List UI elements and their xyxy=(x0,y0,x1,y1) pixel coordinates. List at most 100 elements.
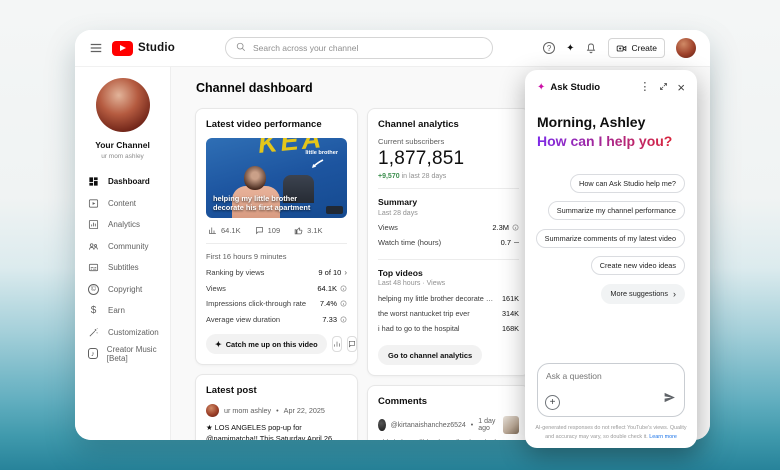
search-icon xyxy=(236,39,246,57)
top-video-row[interactable]: helping my little brother decorate his f… xyxy=(378,291,519,306)
top-video-title: helping my little brother decorate his f… xyxy=(378,294,494,303)
metric-row-views[interactable]: Views 64.1K xyxy=(206,281,347,297)
chevron-right-icon: › xyxy=(673,288,676,299)
suggestion-chip[interactable]: Summarize comments of my latest video xyxy=(535,228,685,248)
info-icon xyxy=(512,224,519,231)
summary-value: 0.7 xyxy=(500,238,511,248)
video-quick-stats: 64.1K 109 3.1K xyxy=(206,226,347,235)
sidebar-item-copyright[interactable]: © Copyright xyxy=(75,279,170,301)
sidebar-item-label: Earn xyxy=(108,306,125,316)
sidebar-item-label: Community xyxy=(108,241,149,251)
more-options-icon[interactable]: ⋮ xyxy=(639,82,650,93)
sidebar-item-subtitles[interactable]: Subtitles xyxy=(75,257,170,279)
copyright-icon: © xyxy=(88,283,99,295)
search-input[interactable] xyxy=(253,43,482,53)
youtube-studio-logo[interactable]: Studio xyxy=(112,40,175,56)
suggestion-chip[interactable]: Summarize my channel performance xyxy=(547,201,685,221)
analytics-icon xyxy=(88,220,99,230)
sidebar-menu: Dashboard Content Analytics Community Su… xyxy=(75,171,170,365)
go-to-channel-analytics-button[interactable]: Go to channel analytics xyxy=(378,345,483,365)
close-icon[interactable]: × xyxy=(677,81,685,94)
ai-disclaimer: AI-generated responses do not reflect Yo… xyxy=(533,424,689,441)
subscriber-count: 1,877,851 xyxy=(378,148,465,169)
metric-label: Views xyxy=(206,283,226,293)
ask-studio-panel: ✦ Ask Studio ⋮ × Morning, Ashley How can… xyxy=(525,70,697,448)
info-icon xyxy=(340,300,347,307)
more-suggestions-chip[interactable]: More suggestions › xyxy=(601,283,685,304)
top-video-row[interactable]: i had to go to the hospital 168K xyxy=(378,321,519,336)
metric-row-ranking[interactable]: Ranking by views 9 of 10 › xyxy=(206,265,347,281)
topbar-actions: ? ✦ Create xyxy=(543,38,696,58)
suggestion-chip[interactable]: How can Ask Studio help me? xyxy=(570,173,685,193)
subscriber-delta: +9,570 xyxy=(378,173,400,180)
post-text: ★ LOS ANGELES pop-up for @namimatcha!! T… xyxy=(206,423,335,440)
top-video-row[interactable]: the worst nantucket trip ever 314K xyxy=(378,306,519,321)
search-bar[interactable] xyxy=(225,37,493,59)
summary-row-watch-time[interactable]: Watch time (hours) 0.7 xyxy=(378,235,519,251)
sidebar-item-content[interactable]: Content xyxy=(75,193,170,215)
suggestion-chip[interactable]: Create new video ideas xyxy=(590,256,685,276)
community-icon xyxy=(88,243,98,250)
top-videos-period: Last 48 hours · Views xyxy=(378,280,446,287)
video-analytics-button[interactable] xyxy=(331,336,342,352)
top-video-views: 314K xyxy=(501,309,519,318)
sidebar-item-creator-music[interactable]: ♪ Creator Music [Beta] xyxy=(75,343,170,365)
summary-value: 2.3M xyxy=(492,222,509,232)
video-comments-button[interactable] xyxy=(346,336,357,352)
views-stat: 64.1K xyxy=(208,226,241,235)
sidebar-item-analytics[interactable]: Analytics xyxy=(75,214,170,236)
metric-row-avd[interactable]: Average view duration 7.33 xyxy=(206,312,347,328)
help-icon[interactable]: ? xyxy=(543,42,556,54)
card-title: Latest post xyxy=(206,385,257,396)
post-author: ur mom ashley xyxy=(224,406,272,415)
analytics-mini-icon xyxy=(334,341,340,347)
annotation-arrow-icon xyxy=(312,159,324,168)
comment-item[interactable]: @kirtanaishanchez6524 • 1 day ago This i… xyxy=(378,416,519,440)
ask-question-input[interactable] xyxy=(546,371,676,391)
ask-studio-title: Ask Studio xyxy=(550,82,601,93)
expand-icon[interactable] xyxy=(659,82,668,94)
summary-row-views[interactable]: Views 2.3M xyxy=(378,220,519,236)
sidebar-item-dashboard[interactable]: Dashboard xyxy=(75,171,170,193)
youtube-play-icon xyxy=(112,40,133,56)
comments-bubble-icon xyxy=(255,227,263,235)
sparkle-icon: ✦ xyxy=(215,339,222,349)
metric-label: Average view duration xyxy=(206,314,281,324)
hamburger-menu-icon[interactable] xyxy=(89,41,103,55)
earn-dollar-icon: $ xyxy=(90,305,97,317)
sidebar-item-label: Creator Music [Beta] xyxy=(106,344,157,363)
ai-sparkle-icon[interactable]: ✦ xyxy=(566,43,574,54)
catch-me-up-label: Catch me up on this video xyxy=(225,339,318,349)
greeting-name: Morning, Ashley xyxy=(537,114,646,130)
metric-row-ctr[interactable]: Impressions click-through rate 7.4% xyxy=(206,296,347,312)
video-cta-row: ✦ Catch me up on this video xyxy=(206,334,357,354)
send-icon[interactable] xyxy=(663,391,676,409)
channel-avatar[interactable] xyxy=(95,78,150,132)
thumbnail-annotation: little brother xyxy=(305,150,338,156)
comment-video-thumbnail xyxy=(502,416,519,434)
video-duration-badge xyxy=(326,206,343,214)
notifications-bell-icon[interactable] xyxy=(585,42,597,54)
post-author-avatar[interactable] xyxy=(206,404,219,417)
sidebar: Your Channel ur mom ashley Dashboard Con… xyxy=(75,66,171,440)
post-date: Apr 22, 2025 xyxy=(283,406,325,415)
sidebar-item-earn[interactable]: $ Earn xyxy=(75,300,170,322)
thumbnail-person2-head xyxy=(292,162,305,177)
account-avatar[interactable] xyxy=(676,38,696,58)
summary-title: Summary xyxy=(378,197,418,207)
sidebar-item-community[interactable]: Community xyxy=(75,236,170,258)
customization-wand-icon xyxy=(89,327,98,337)
summary-label: Views xyxy=(378,222,398,232)
latest-video-thumbnail[interactable]: KEA little brother helping my little bro… xyxy=(206,138,347,218)
chevron-right-icon: › xyxy=(344,268,347,278)
sidebar-item-customization[interactable]: Customization xyxy=(75,322,170,344)
learn-more-link[interactable]: Learn more xyxy=(649,434,677,440)
channel-analytics-card: Channel analytics Current subscribers 1,… xyxy=(367,108,530,376)
catch-me-up-button[interactable]: ✦ Catch me up on this video xyxy=(206,334,327,354)
metric-value: 7.33 xyxy=(322,314,337,324)
create-button[interactable]: Create xyxy=(608,38,665,58)
metric-value: 64.1K xyxy=(317,283,337,293)
attach-plus-button[interactable]: + xyxy=(545,395,560,410)
top-videos-title: Top videos xyxy=(378,267,423,278)
top-video-views: 168K xyxy=(501,324,519,333)
